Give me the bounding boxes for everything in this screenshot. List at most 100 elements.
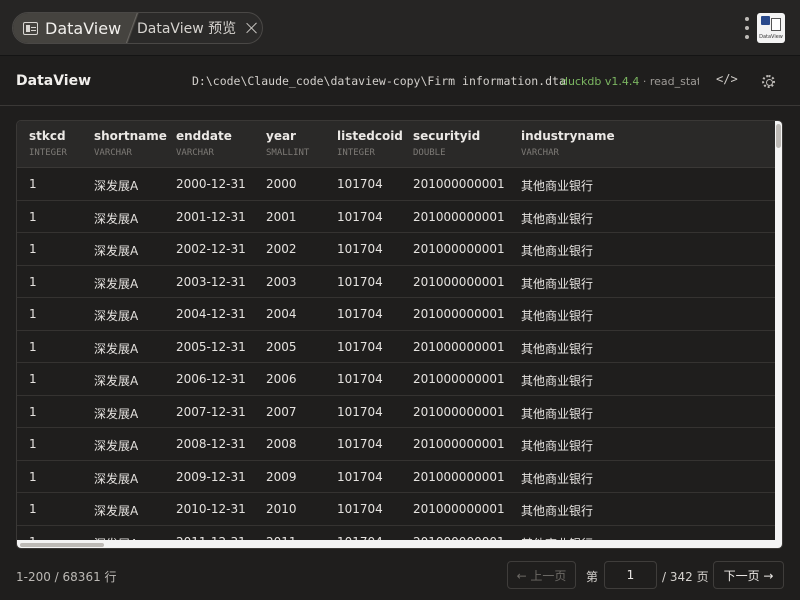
cell-year[interactable]: 2005 xyxy=(266,340,297,354)
cell-enddate[interactable]: 2009-12-31 xyxy=(176,470,246,484)
cell-listedcoid[interactable]: 101704 xyxy=(337,307,383,321)
cell-industryname[interactable]: 其他商业银行 xyxy=(521,307,593,324)
horizontal-scroll-thumb[interactable] xyxy=(20,543,104,547)
cell-shortname[interactable]: 深发展A xyxy=(94,307,138,324)
table-row[interactable]: 1 深发展A 2009-12-31 2009 101704 201000000001 其他商… xyxy=(17,461,775,493)
cell-year[interactable]: 2009 xyxy=(266,470,297,484)
cell-year[interactable]: 2008 xyxy=(266,437,297,451)
cell-listedcoid[interactable]: 101704 xyxy=(337,242,383,256)
column-header-shortname[interactable]: shortname VARCHAR xyxy=(94,129,167,158)
cell-listedcoid[interactable]: 101704 xyxy=(337,177,383,191)
cell-industryname[interactable]: 其他商业银行 xyxy=(521,242,593,259)
cell-securityid[interactable]: 201000000001 xyxy=(413,470,505,484)
prev-page-button[interactable]: ← 上一页 xyxy=(507,561,576,589)
cell-enddate[interactable]: 2001-12-31 xyxy=(176,210,246,224)
cell-industryname[interactable]: 其他商业银行 xyxy=(521,437,593,454)
cell-enddate[interactable]: 2005-12-31 xyxy=(176,340,246,354)
cell-enddate[interactable]: 2007-12-31 xyxy=(176,405,246,419)
cell-enddate[interactable]: 2000-12-31 xyxy=(176,177,246,191)
cell-stkcd[interactable]: 1 xyxy=(29,437,37,451)
cell-securityid[interactable]: 201000000001 xyxy=(413,340,505,354)
cell-stkcd[interactable]: 1 xyxy=(29,242,37,256)
cell-stkcd[interactable]: 1 xyxy=(29,275,37,289)
view-source-button[interactable]: </> xyxy=(716,72,738,86)
cell-year[interactable]: 2001 xyxy=(266,210,297,224)
cell-securityid[interactable]: 201000000001 xyxy=(413,242,505,256)
cell-shortname[interactable]: 深发展A xyxy=(94,502,138,519)
cell-listedcoid[interactable]: 101704 xyxy=(337,210,383,224)
cell-stkcd[interactable]: 1 xyxy=(29,372,37,386)
cell-shortname[interactable]: 深发展A xyxy=(94,177,138,194)
cell-shortname[interactable]: 深发展A xyxy=(94,470,138,487)
close-icon[interactable] xyxy=(246,22,258,34)
cell-stkcd[interactable]: 1 xyxy=(29,307,37,321)
cell-securityid[interactable]: 201000000001 xyxy=(413,307,505,321)
vertical-scroll-thumb[interactable] xyxy=(776,124,781,148)
column-header-year[interactable]: year SMALLINT xyxy=(266,129,309,158)
cell-stkcd[interactable]: 1 xyxy=(29,502,37,516)
cell-enddate[interactable]: 2002-12-31 xyxy=(176,242,246,256)
cell-listedcoid[interactable]: 101704 xyxy=(337,502,383,516)
cell-stkcd[interactable]: 1 xyxy=(29,470,37,484)
cell-industryname[interactable]: 其他商业银行 xyxy=(521,340,593,357)
column-header-securityid[interactable]: securityid DOUBLE xyxy=(413,129,480,158)
cell-enddate[interactable]: 2006-12-31 xyxy=(176,372,246,386)
page-number-input[interactable] xyxy=(604,561,657,589)
next-page-button[interactable]: 下一页 → xyxy=(713,561,784,589)
cell-enddate[interactable]: 2004-12-31 xyxy=(176,307,246,321)
kebab-menu-icon[interactable] xyxy=(744,17,750,39)
cell-securityid[interactable]: 201000000001 xyxy=(413,275,505,289)
table-row[interactable]: 1 深发展A 2008-12-31 2008 101704 201000000001 其他商… xyxy=(17,428,775,461)
cell-securityid[interactable]: 201000000001 xyxy=(413,210,505,224)
cell-securityid[interactable]: 201000000001 xyxy=(413,502,505,516)
cell-listedcoid[interactable]: 101704 xyxy=(337,340,383,354)
tab-dataview-preview[interactable]: DataView 预览 xyxy=(137,13,258,43)
cell-shortname[interactable]: 深发展A xyxy=(94,242,138,259)
cell-year[interactable]: 2006 xyxy=(266,372,297,386)
table-row[interactable]: 1 深发展A 2003-12-31 2003 101704 201000000001 其他商… xyxy=(17,266,775,298)
column-header-listedcoid[interactable]: listedcoid INTEGER xyxy=(337,129,403,158)
cell-shortname[interactable]: 深发展A xyxy=(94,210,138,227)
cell-shortname[interactable]: 深发展A xyxy=(94,405,138,422)
table-row[interactable]: 1 深发展A 2001-12-31 2001 101704 201000000001 其他商… xyxy=(17,201,775,233)
vertical-scrollbar[interactable] xyxy=(775,121,782,542)
column-header-stkcd[interactable]: stkcd INTEGER xyxy=(29,129,67,158)
horizontal-scrollbar[interactable] xyxy=(17,540,782,548)
cell-year[interactable]: 2010 xyxy=(266,502,297,516)
cell-listedcoid[interactable]: 101704 xyxy=(337,275,383,289)
cell-enddate[interactable]: 2008-12-31 xyxy=(176,437,246,451)
cell-year[interactable]: 2004 xyxy=(266,307,297,321)
cell-stkcd[interactable]: 1 xyxy=(29,405,37,419)
table-row[interactable]: 1 深发展A 2007-12-31 2007 101704 201000000001 其他商… xyxy=(17,396,775,428)
cell-listedcoid[interactable]: 101704 xyxy=(337,470,383,484)
cell-enddate[interactable]: 2010-12-31 xyxy=(176,502,246,516)
table-row[interactable]: 1 深发展A 2004-12-31 2004 101704 201000000001 其他商… xyxy=(17,298,775,331)
cell-industryname[interactable]: 其他商业银行 xyxy=(521,405,593,422)
cell-industryname[interactable]: 其他商业银行 xyxy=(521,502,593,519)
cell-industryname[interactable]: 其他商业银行 xyxy=(521,177,593,194)
cell-shortname[interactable]: 深发展A xyxy=(94,340,138,357)
table-row[interactable]: 1 深发展A 2010-12-31 2010 101704 201000000001 其他商… xyxy=(17,493,775,526)
cell-enddate[interactable]: 2003-12-31 xyxy=(176,275,246,289)
cell-securityid[interactable]: 201000000001 xyxy=(413,437,505,451)
cell-securityid[interactable]: 201000000001 xyxy=(413,405,505,419)
cell-stkcd[interactable]: 1 xyxy=(29,340,37,354)
cell-shortname[interactable]: 深发展A xyxy=(94,275,138,292)
cell-industryname[interactable]: 其他商业银行 xyxy=(521,372,593,389)
cell-year[interactable]: 2002 xyxy=(266,242,297,256)
tab-dataview[interactable]: DataView xyxy=(13,13,123,43)
table-row[interactable]: 1 深发展A 2005-12-31 2005 101704 201000000001 其他商… xyxy=(17,331,775,363)
cell-listedcoid[interactable]: 101704 xyxy=(337,372,383,386)
cell-securityid[interactable]: 201000000001 xyxy=(413,372,505,386)
column-header-industryname[interactable]: industryname VARCHAR xyxy=(521,129,615,158)
cell-securityid[interactable]: 201000000001 xyxy=(413,177,505,191)
cell-industryname[interactable]: 其他商业银行 xyxy=(521,275,593,292)
table-row[interactable]: 1深发展A2011-12-312011101704201000000001其他商… xyxy=(17,526,775,541)
cell-stkcd[interactable]: 1 xyxy=(29,177,37,191)
cell-shortname[interactable]: 深发展A xyxy=(94,372,138,389)
cell-industryname[interactable]: 其他商业银行 xyxy=(521,470,593,487)
cell-stkcd[interactable]: 1 xyxy=(29,210,37,224)
table-row[interactable]: 1 深发展A 2006-12-31 2006 101704 201000000001 其他商… xyxy=(17,363,775,396)
cell-year[interactable]: 2003 xyxy=(266,275,297,289)
cell-year[interactable]: 2000 xyxy=(266,177,297,191)
